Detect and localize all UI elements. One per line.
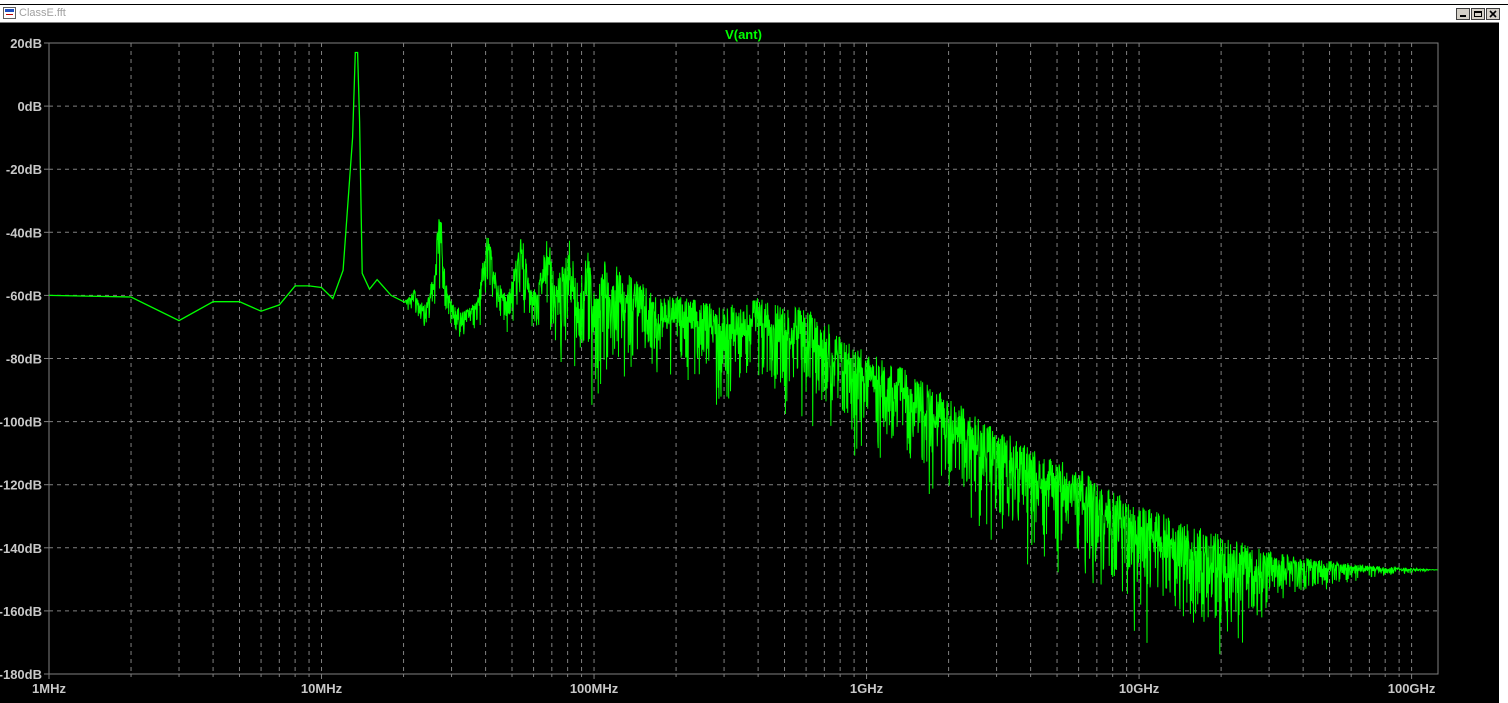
x-tick-label: 100MHz (570, 681, 619, 696)
y-tick-label: -60dB (6, 288, 42, 303)
window-right-border (1499, 22, 1508, 703)
waveform-window: ClassE.fft 20dB 0dB -20dB -40dB -60dB -80dB -1… (0, 0, 1508, 703)
close-button[interactable] (1486, 8, 1500, 20)
grid-layer (44, 42, 1438, 679)
y-tick-label: -120dB (0, 478, 42, 493)
x-tick-label: 10GHz (1119, 681, 1160, 696)
x-tick-label: 100GHz (1388, 681, 1436, 696)
y-tick-label: -180dB (0, 667, 42, 682)
trace-low-freq-line (48, 51, 404, 322)
title-bar-body[interactable]: ClassE.fft (0, 5, 1508, 23)
trace-layer (48, 51, 1438, 655)
y-tick-label: -100dB (0, 415, 42, 430)
y-tick-label: -20dB (6, 162, 42, 177)
y-tick-label: 20dB (10, 36, 42, 51)
x-tick-label: 10MHz (301, 681, 343, 696)
waveform-app-icon[interactable] (3, 7, 16, 19)
y-tick-label: 0dB (17, 99, 42, 114)
y-tick-label: -40dB (6, 225, 42, 240)
close-icon (1489, 10, 1497, 18)
trace-title-v-ant[interactable]: V(ant) (725, 27, 762, 42)
title-bar[interactable]: ClassE.fft (0, 0, 1508, 23)
trace-high-freq-noise (403, 219, 1438, 655)
y-tick-label: -140dB (0, 541, 42, 556)
plot-area[interactable]: 20dB 0dB -20dB -40dB -60dB -80dB -100dB -120dB -… (0, 22, 1508, 703)
x-tick-label: 1GHz (850, 681, 884, 696)
maximize-button[interactable] (1471, 8, 1485, 20)
y-tick-label: -80dB (6, 352, 42, 367)
window-title: ClassE.fft (19, 7, 66, 19)
minimize-button[interactable] (1456, 8, 1470, 20)
y-tick-label: -160dB (0, 604, 42, 619)
fft-chart[interactable]: 20dB 0dB -20dB -40dB -60dB -80dB -100dB -120dB -… (0, 22, 1499, 703)
x-tick-label: 1MHz (32, 681, 66, 696)
